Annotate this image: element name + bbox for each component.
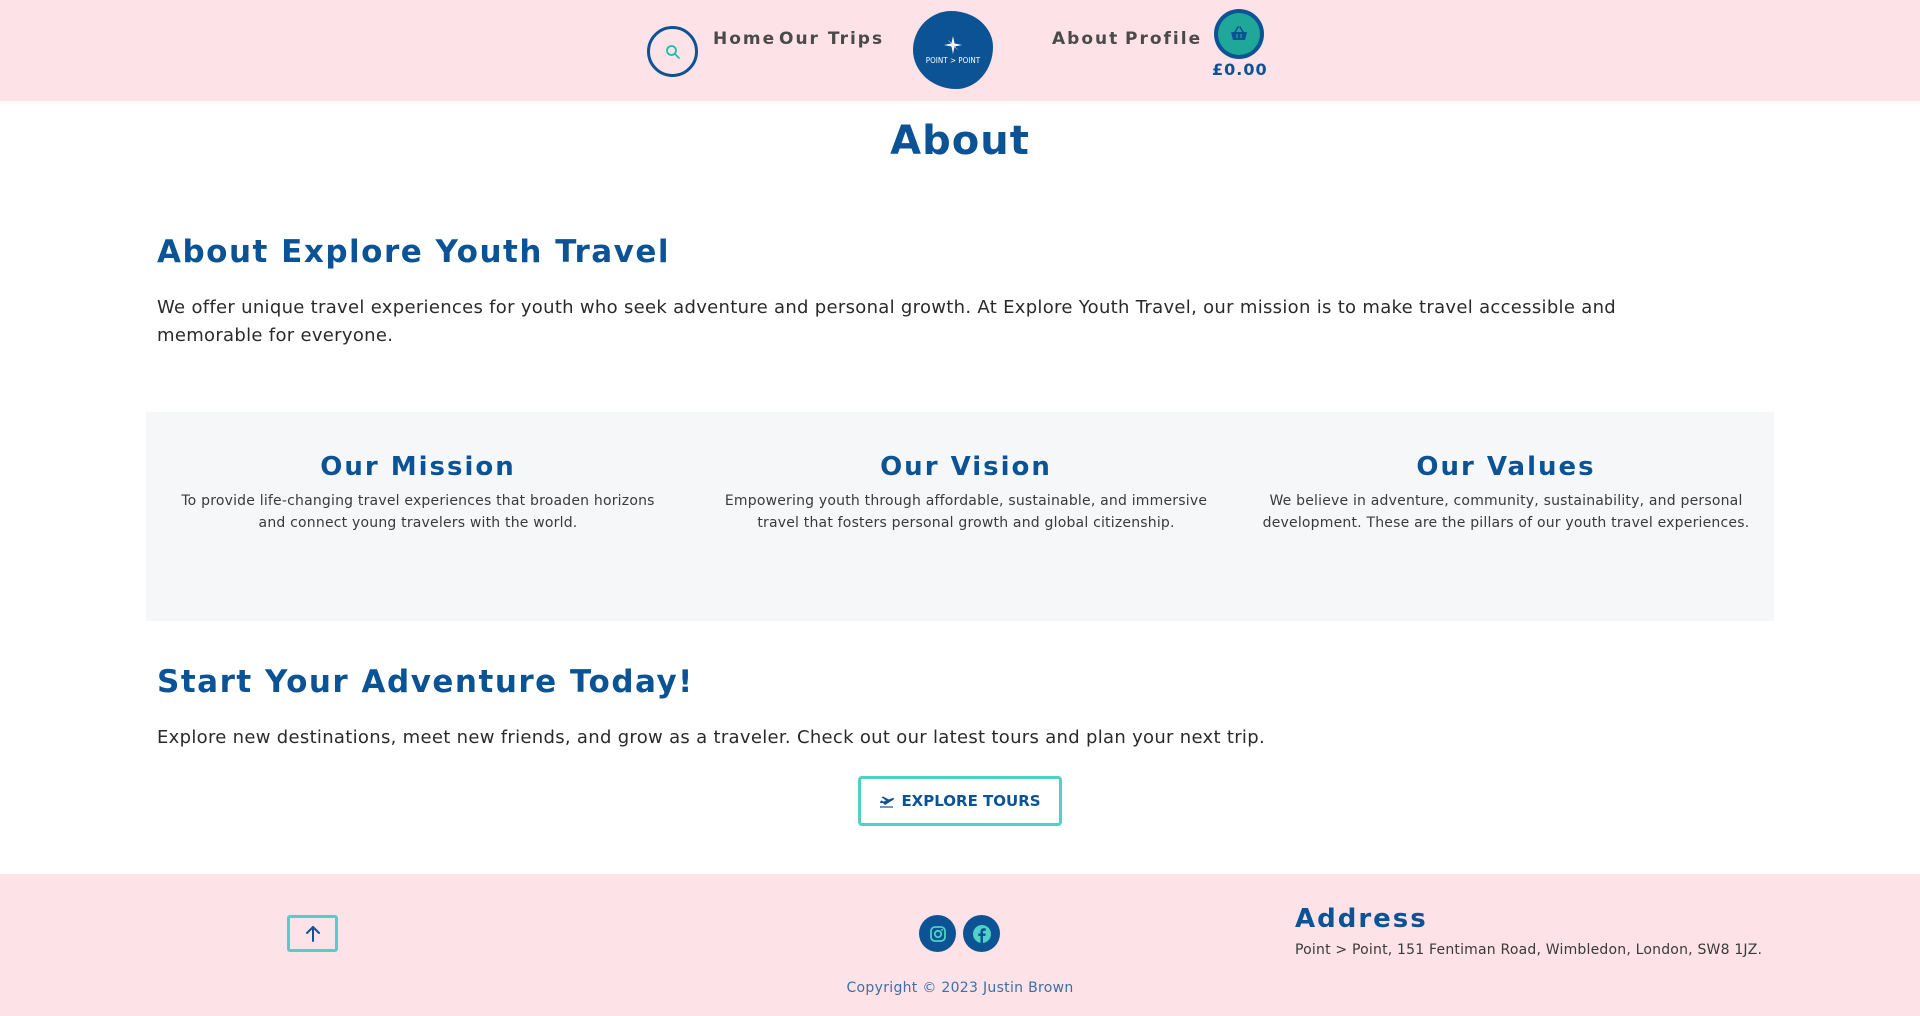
feature-text: Empowering youth through affordable, sus… — [724, 493, 1208, 531]
feature-vision: Our Vision Empowering youth through affo… — [706, 452, 1226, 534]
explore-tours-label: EXPLORE TOURS — [901, 792, 1041, 810]
instagram-icon — [929, 925, 946, 942]
basket-icon — [1231, 26, 1247, 40]
facebook-icon — [972, 924, 991, 943]
nav-home[interactable]: Home — [713, 29, 776, 49]
site-logo[interactable]: POINT > POINT — [913, 11, 993, 89]
nav-our-trips[interactable]: Our Trips — [779, 29, 884, 49]
cart-icon-circle — [1218, 13, 1260, 55]
magnifier-icon — [665, 44, 680, 59]
plane-departure-icon — [880, 796, 895, 808]
feature-values: Our Values We believe in adventure, comm… — [1254, 452, 1758, 534]
feature-text: We believe in adventure, community, sust… — [1262, 493, 1750, 531]
intro-text: We offer unique travel experiences for y… — [157, 297, 1617, 346]
search-button[interactable] — [647, 26, 698, 77]
cta-text: Explore new destinations, meet new frien… — [157, 727, 1265, 748]
nav-profile[interactable]: Profile — [1125, 29, 1202, 49]
cart-button[interactable] — [1214, 9, 1264, 59]
feature-text: To provide life-changing travel experien… — [181, 493, 655, 531]
copyright-text: Copyright © 2023 Justin Brown — [846, 980, 1074, 996]
nav-about[interactable]: About — [1052, 29, 1119, 49]
cart-total: £0.00 — [1212, 60, 1268, 79]
feature-title: Our Values — [1416, 452, 1596, 482]
facebook-link[interactable] — [963, 915, 1000, 952]
arrow-up-icon — [305, 925, 320, 942]
feature-mission: Our Mission To provide life-changing tra… — [166, 452, 670, 534]
page-title: About — [890, 118, 1030, 164]
site-header: Home Our Trips POINT > POINT About Profi… — [0, 0, 1920, 101]
logo-text: POINT > POINT — [925, 55, 981, 65]
feature-title: Our Vision — [880, 452, 1052, 482]
intro-heading: About Explore Youth Travel — [157, 234, 671, 270]
address-title: Address — [1295, 904, 1428, 934]
explore-tours-button[interactable]: EXPLORE TOURS — [858, 776, 1062, 826]
address-text: Point > Point, 151 Fentiman Road, Wimble… — [1295, 942, 1763, 958]
instagram-link[interactable] — [919, 915, 956, 952]
back-to-top-button[interactable] — [287, 915, 338, 952]
features-panel: Our Mission To provide life-changing tra… — [146, 412, 1774, 621]
compass-icon — [944, 35, 962, 54]
cta-heading: Start Your Adventure Today! — [157, 664, 694, 700]
site-footer: Address Point > Point, 151 Fentiman Road… — [0, 874, 1920, 1016]
feature-title: Our Mission — [320, 452, 516, 482]
